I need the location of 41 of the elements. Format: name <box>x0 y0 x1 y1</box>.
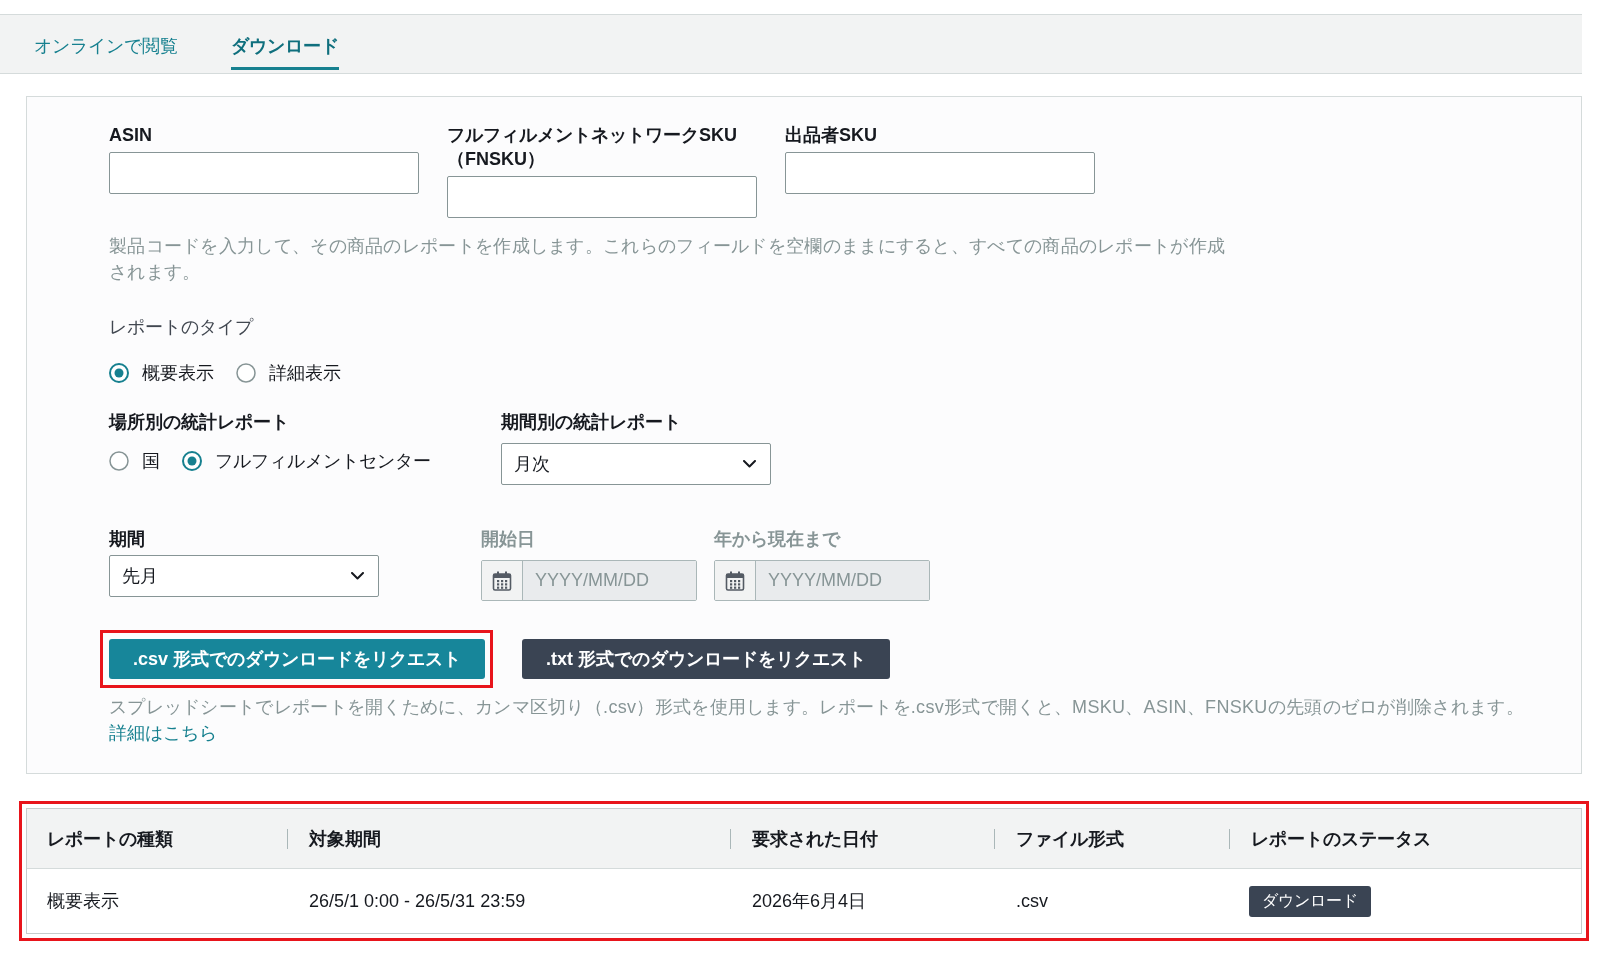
radio-label: フルフィルメントセンター <box>215 450 431 473</box>
radio-label: 詳細表示 <box>269 362 341 385</box>
text-input[interactable] <box>447 176 757 218</box>
radio-label: 概要表示 <box>142 362 214 385</box>
radio-button[interactable] <box>109 451 129 471</box>
chevron-down-icon <box>743 460 756 468</box>
tab[interactable]: ダウンロード <box>231 25 339 70</box>
column-header: 要求された日付 <box>730 809 994 868</box>
field-label: フルフィルメントネットワークSKU（FNSKU） <box>447 124 738 171</box>
dropdown[interactable]: 先月 <box>109 555 379 597</box>
table-cell-text: 2026年6月4日 <box>751 890 868 913</box>
column-header: レポートの種類 <box>46 827 174 851</box>
field-label: 期間別の統計レポート <box>501 411 682 434</box>
table-cell-text: 26/5/1 0:00 - 26/5/31 23:59 <box>308 889 527 913</box>
section-label: レポートのタイプ <box>109 316 255 339</box>
radio-button[interactable] <box>182 451 202 471</box>
field-label: 年から現在まで <box>714 528 842 551</box>
learn-more-link[interactable]: 詳細はこちら <box>109 720 217 746</box>
field-label: ASIN <box>109 124 153 147</box>
column-header: ファイル形式 <box>994 809 1229 868</box>
table-cell-text: 概要表示 <box>46 890 120 913</box>
column-header: レポートのステータス <box>1229 809 1581 868</box>
radio-label: 国 <box>142 450 160 473</box>
table-cell-text: .csv <box>1015 889 1049 913</box>
field-label: 期間 <box>109 528 146 551</box>
dropdown[interactable]: 月次 <box>501 443 771 485</box>
download-button[interactable]: ダウンロード <box>1249 885 1371 917</box>
help-text: 製品コードを入力して、その商品のレポートを作成します。これらのフィールドを空欄のままにすると、すべての商品のレポートが作成されます。 <box>109 235 1227 284</box>
column-header: 対象期間 <box>287 809 730 868</box>
text-input[interactable] <box>785 152 1095 194</box>
help-text: スプレッドシートでレポートを開くために、カンマ区切り（.csv）形式を使用します。レポートを.csv形式で開くと、MSKU、ASIN、FNSKUの先頭のゼロが削除されます。 <box>109 696 1525 719</box>
field-label: 出品者SKU <box>785 124 878 147</box>
radio-button[interactable] <box>236 363 256 383</box>
chevron-down-icon <box>351 572 364 580</box>
request-button[interactable]: .csv 形式でのダウンロードをリクエスト <box>109 639 486 679</box>
text-input[interactable] <box>109 152 419 194</box>
radio-button[interactable] <box>109 363 129 383</box>
request-button[interactable]: .txt 形式でのダウンロードをリクエスト <box>522 639 891 679</box>
field-label: 場所別の統計レポート <box>109 411 290 434</box>
tab[interactable]: オンラインで閲覧 <box>34 25 178 70</box>
field-label: 開始日 <box>481 528 536 551</box>
